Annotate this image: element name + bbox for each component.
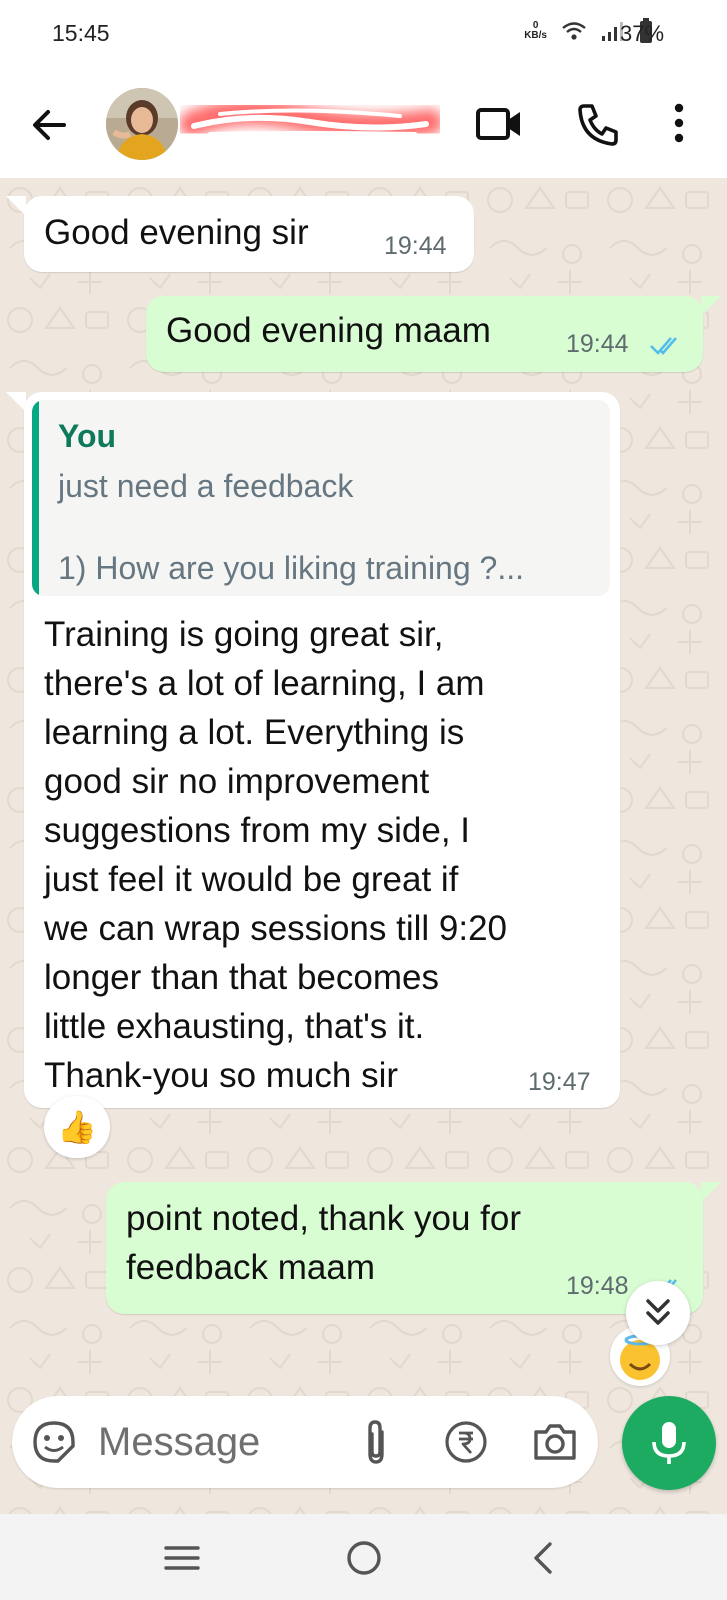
- recents-button[interactable]: [160, 1536, 204, 1580]
- system-nav-bar: [0, 1514, 727, 1600]
- message-incoming[interactable]: Good evening sir 19:44: [24, 196, 474, 272]
- emoji-sticker-icon: [33, 1421, 75, 1463]
- voice-message-button[interactable]: [622, 1396, 716, 1490]
- battery-percent: 37%: [620, 21, 665, 46]
- camera-icon: [534, 1424, 576, 1460]
- quote-text-line: 1) How are you liking training ?...: [58, 550, 524, 586]
- quote-text-line: just need a feedback: [58, 468, 354, 504]
- video-call-button[interactable]: [475, 102, 523, 146]
- home-button[interactable]: [342, 1536, 386, 1580]
- reaction-thumbs-up[interactable]: 👍: [44, 1096, 110, 1158]
- more-vert-icon: [674, 103, 684, 143]
- rupee-payment-icon: [445, 1421, 487, 1463]
- chevron-left-icon: [534, 1542, 552, 1574]
- message-text-line: little exhausting, that's it.: [44, 1007, 425, 1046]
- chat-area[interactable]: Good evening sir 19:44 Good evening maam…: [0, 178, 727, 1514]
- message-incoming-reply[interactable]: You just need a feedback 1) How are you …: [24, 392, 620, 1108]
- message-text-line: just feel it would be great if: [44, 860, 459, 899]
- message-time: 19:48: [566, 1272, 629, 1300]
- net-speed-unit: KB/s: [524, 30, 547, 41]
- message-text: Good evening maam: [166, 311, 491, 350]
- message-composer: [12, 1396, 598, 1488]
- contact-name-redacted[interactable]: [179, 94, 443, 154]
- double-chevron-down-icon: [646, 1299, 670, 1325]
- status-time: 15:45: [52, 20, 110, 46]
- message-input[interactable]: [98, 1414, 338, 1470]
- mic-icon: [652, 1422, 686, 1464]
- message-text-line: suggestions from my side, I: [44, 811, 470, 850]
- back-arrow-icon: [33, 110, 66, 140]
- message-text-line: Training is going great sir,: [44, 615, 444, 654]
- chat-header: [0, 70, 727, 178]
- message-outgoing[interactable]: point noted, thank you for feedback maam…: [106, 1182, 703, 1314]
- avatar-photo: [106, 88, 178, 160]
- net-speed: 0 KB/s: [524, 21, 547, 41]
- status-bar: 15:45 0 KB/s 37%: [0, 0, 727, 70]
- redaction-scribble: [179, 99, 443, 140]
- quoted-message[interactable]: You just need a feedback 1) How are you …: [32, 400, 610, 596]
- message-text-line: learning a lot. Everything is: [44, 713, 465, 752]
- system-back-button[interactable]: [522, 1536, 566, 1580]
- bubble-tail: [6, 196, 26, 216]
- message-text-line: longer than that becomes: [44, 958, 439, 997]
- message-text-line: Thank-you so much sir: [44, 1056, 399, 1095]
- voice-call-button[interactable]: [574, 100, 622, 148]
- message-text-line: there's a lot of learning, I am: [44, 664, 485, 703]
- message-time: 19:44: [384, 232, 447, 260]
- message-text-line: good sir no improvement: [44, 762, 430, 801]
- bubble-tail: [701, 296, 721, 316]
- message-time: 19:47: [528, 1068, 591, 1096]
- message-text: Good evening sir: [44, 213, 309, 252]
- camera-button[interactable]: [532, 1420, 578, 1462]
- video-call-icon: [476, 108, 520, 140]
- phone-icon: [578, 104, 618, 146]
- attach-button[interactable]: [358, 1418, 394, 1466]
- payment-button[interactable]: [444, 1420, 488, 1464]
- message-time: 19:44: [566, 330, 629, 358]
- more-options-button[interactable]: [664, 98, 694, 148]
- emoji-button[interactable]: [32, 1420, 76, 1464]
- bubble-tail: [6, 392, 26, 412]
- read-receipt-icon: [650, 337, 677, 355]
- back-button[interactable]: [24, 100, 74, 150]
- contact-avatar[interactable]: [106, 88, 178, 160]
- menu-lines-icon: [164, 1546, 200, 1570]
- message-text-line: point noted, thank you for: [126, 1199, 521, 1238]
- bubble-tail: [701, 1182, 721, 1202]
- message-text-line: we can wrap sessions till 9:20: [44, 909, 507, 948]
- quote-author: You: [58, 418, 117, 454]
- home-circle-icon: [347, 1541, 381, 1575]
- wifi-icon: [562, 22, 586, 40]
- message-outgoing[interactable]: Good evening maam 19:44: [146, 296, 703, 372]
- paperclip-icon: [368, 1420, 384, 1464]
- message-text-line: feedback maam: [126, 1248, 376, 1287]
- scroll-to-bottom-button[interactable]: [626, 1281, 690, 1345]
- thumbs-up-icon: 👍: [57, 1109, 97, 1145]
- quote-bar: [32, 400, 39, 596]
